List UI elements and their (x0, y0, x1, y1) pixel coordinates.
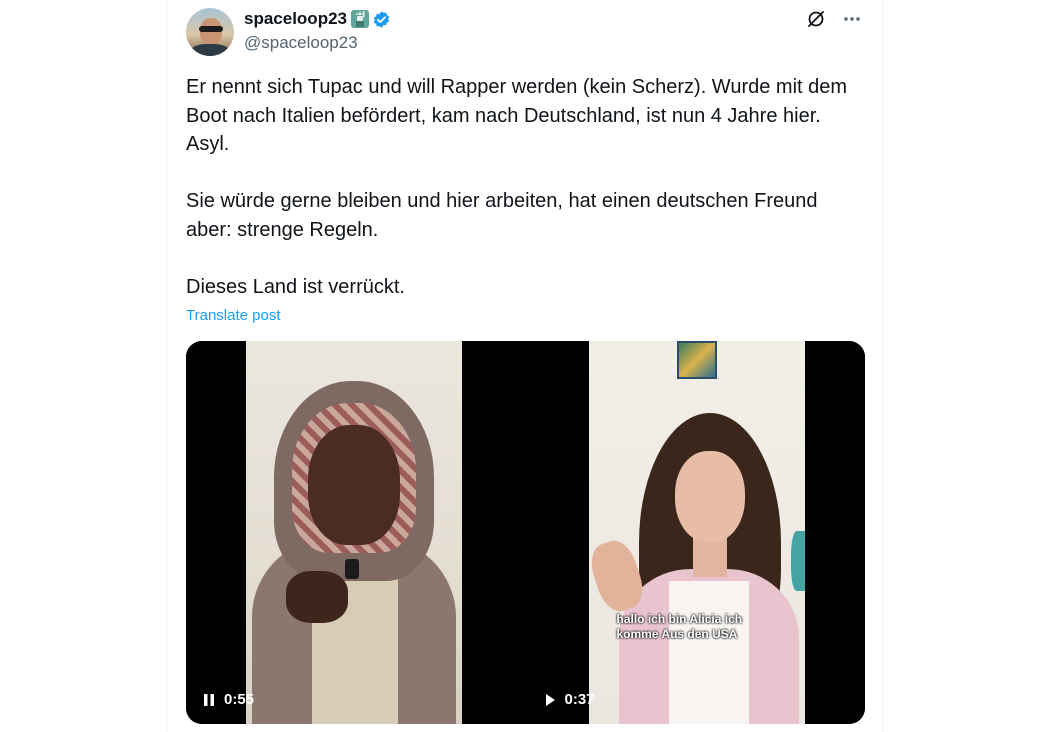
tweet-text: Er nennt sich Tupac und will Rapper werd… (186, 73, 866, 330)
video-caption: hallo ich bin Alicia ich komme Aus den U… (616, 612, 743, 641)
post-card: spaceloop23 @spaceloop23 Er nennt sich T… (166, 0, 884, 732)
video-time: 0:37 (564, 691, 595, 708)
person-top (668, 581, 749, 724)
person-face (674, 451, 745, 543)
avatar-face (200, 18, 222, 46)
tweet-paragraph: Dieses Land ist verrückt. (186, 275, 405, 298)
video-frame (246, 341, 462, 724)
avatar-shirt (190, 44, 230, 56)
display-name[interactable]: spaceloop23 (244, 9, 347, 29)
video-controls: 0:37 (543, 691, 595, 708)
handle[interactable]: @spaceloop23 (244, 33, 391, 53)
background-plant (790, 531, 805, 591)
video-controls: 0:55 (202, 691, 254, 708)
video-player-1[interactable]: 0:55 (186, 341, 525, 724)
video-player-2[interactable]: hallo ich bin Alicia ich komme Aus den U… (526, 341, 865, 724)
tweet-paragraph: Er nennt sich Tupac und will Rapper werd… (186, 76, 853, 155)
play-icon[interactable] (543, 693, 557, 707)
avatar[interactable] (186, 8, 234, 56)
avatar-sunglasses (199, 26, 223, 32)
translate-post-link[interactable]: Translate post (186, 307, 281, 324)
author-name-row: spaceloop23 (244, 8, 391, 30)
author-block: spaceloop23 @spaceloop23 (244, 8, 391, 53)
more-icon[interactable] (841, 8, 863, 30)
tweet-paragraph: Sie würde gerne bleiben und hier arbeite… (186, 190, 824, 241)
person-face (308, 425, 400, 545)
pause-icon[interactable] (202, 693, 216, 707)
page: spaceloop23 @spaceloop23 Er nennt sich T… (0, 0, 1050, 732)
person-neck (692, 537, 727, 577)
wall-artwork (676, 341, 717, 379)
video-time: 0:55 (224, 691, 255, 708)
video-frame (584, 341, 805, 724)
statue-of-liberty-icon (350, 9, 370, 29)
media-grid: 0:55 hallo ich bin Alicia ich komme Aus … (186, 341, 865, 724)
verified-icon (372, 10, 391, 29)
grok-icon[interactable] (805, 8, 827, 30)
clip-microphone (345, 559, 359, 579)
top-actions (805, 8, 863, 30)
person-fist (286, 571, 348, 623)
